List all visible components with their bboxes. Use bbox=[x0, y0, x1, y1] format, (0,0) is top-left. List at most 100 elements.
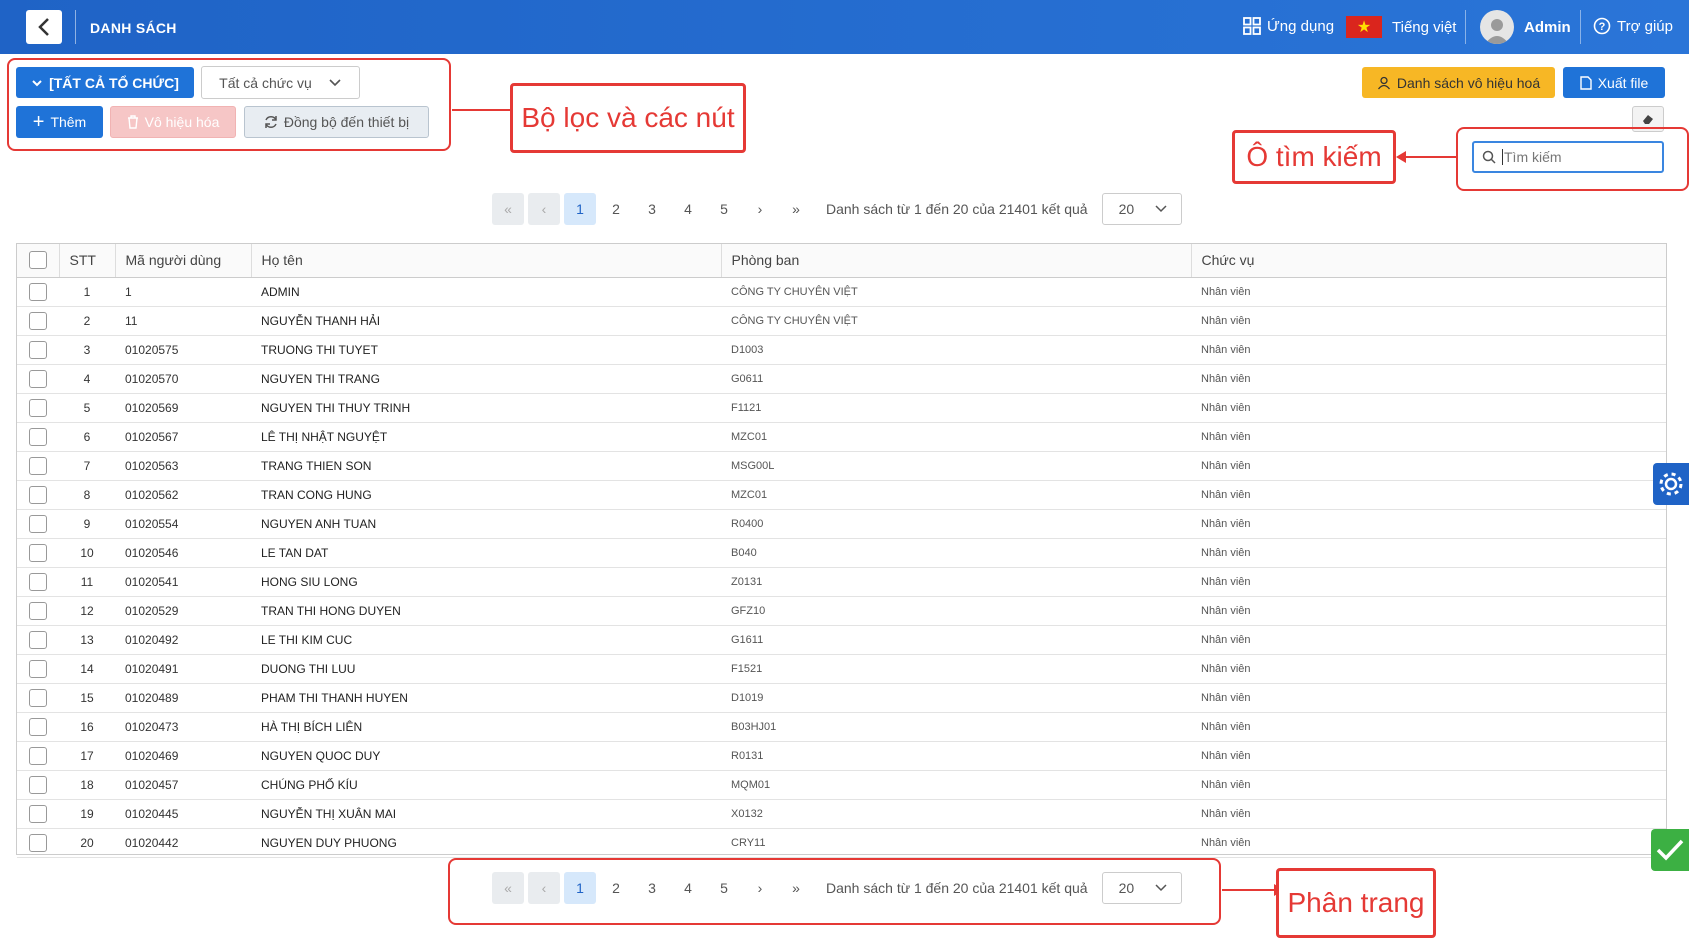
row-checkbox[interactable] bbox=[29, 804, 47, 823]
row-checkbox[interactable] bbox=[29, 572, 47, 591]
help-link[interactable]: ? Trợ giúp bbox=[1593, 17, 1673, 35]
settings-button[interactable] bbox=[1653, 463, 1689, 505]
table-row[interactable]: 1 1 ADMIN CÔNG TY CHUYÊN VIỆT Nhân viên bbox=[17, 277, 1666, 306]
cell-user-code: 01020567 bbox=[125, 429, 179, 444]
table-row[interactable]: 14 01020491 DUONG THI LUU F1521 Nhân viên bbox=[17, 654, 1666, 683]
annotation-frame-filters bbox=[7, 58, 451, 151]
annotation-frame-search bbox=[1456, 127, 1689, 191]
page-1-button[interactable]: 1 bbox=[564, 193, 596, 225]
table-row[interactable]: 11 01020541 HONG SIU LONG Z0131 Nhân viên bbox=[17, 567, 1666, 596]
annotation-filters-label: Bộ lọc và các nút bbox=[510, 83, 746, 153]
cell-stt: 14 bbox=[80, 661, 94, 676]
row-checkbox[interactable] bbox=[29, 485, 47, 504]
select-all-cell bbox=[17, 244, 60, 278]
table-row[interactable]: 10 01020546 LE TAN DAT B040 Nhân viên bbox=[17, 538, 1666, 567]
cell-stt: 3 bbox=[83, 342, 91, 357]
confirm-button[interactable] bbox=[1651, 829, 1689, 871]
back-button[interactable] bbox=[26, 10, 62, 44]
cell-stt: 11 bbox=[80, 574, 94, 589]
gear-icon bbox=[1659, 472, 1683, 496]
col-full-name[interactable]: Họ tên bbox=[251, 244, 722, 278]
table-row[interactable]: 8 01020562 TRAN CONG HUNG MZC01 Nhân viên bbox=[17, 480, 1666, 509]
annotation-pagination-label: Phân trang bbox=[1276, 868, 1436, 938]
table-row[interactable]: 3 01020575 TRUONG THI TUYET D1003 Nhân viên bbox=[17, 335, 1666, 364]
table-row[interactable]: 15 01020489 PHAM THI THANH HUYEN D1019 Nhân … bbox=[17, 683, 1666, 712]
top-bar: DANH SÁCH Ứng dụng ★ Tiếng việt Admin ? … bbox=[0, 0, 1689, 54]
language-menu[interactable]: ★ Tiếng việt bbox=[1346, 16, 1456, 38]
cell-full-name: CHÚNG PHỐ KÍU bbox=[261, 777, 358, 792]
svg-text:?: ? bbox=[1599, 21, 1606, 33]
cell-position: Nhân viên bbox=[1201, 836, 1251, 849]
export-button[interactable]: Xuất file bbox=[1563, 67, 1665, 98]
disabled-list-button[interactable]: Danh sách vô hiệu hoá bbox=[1362, 67, 1555, 98]
page-size-select[interactable]: 20 bbox=[1101, 193, 1182, 225]
table-row[interactable]: 7 01020563 TRANG THIEN SON MSG00L Nhân viên bbox=[17, 451, 1666, 480]
user-icon bbox=[1485, 19, 1509, 44]
language-label: Tiếng việt bbox=[1392, 18, 1457, 36]
row-select-cell bbox=[17, 741, 59, 770]
cell-full-name: TRAN CONG HUNG bbox=[261, 487, 372, 502]
row-checkbox[interactable] bbox=[29, 340, 47, 359]
cell-user-code: 11 bbox=[125, 313, 138, 328]
table-row[interactable]: 17 01020469 NGUYEN QUOC DUY R0131 Nhân viên bbox=[17, 741, 1666, 770]
row-checkbox[interactable] bbox=[29, 427, 47, 446]
row-checkbox[interactable] bbox=[29, 282, 47, 301]
cell-position: Nhân viên bbox=[1201, 778, 1251, 791]
row-select-cell bbox=[17, 683, 59, 712]
next-page-button[interactable]: › bbox=[744, 193, 776, 225]
table-row[interactable]: 12 01020529 TRAN THI HONG DUYEN GFZ10 Nhân v… bbox=[17, 596, 1666, 625]
prev-page-button[interactable]: ‹ bbox=[528, 193, 560, 225]
apps-menu[interactable]: Ứng dụng bbox=[1243, 17, 1334, 35]
cell-position: Nhân viên bbox=[1201, 662, 1251, 675]
col-department[interactable]: Phòng ban bbox=[721, 244, 1192, 278]
cell-user-code: 01020489 bbox=[125, 690, 179, 705]
row-checkbox[interactable] bbox=[29, 746, 47, 765]
row-checkbox[interactable] bbox=[29, 514, 47, 533]
row-checkbox[interactable] bbox=[29, 630, 47, 649]
table-row[interactable]: 19 01020445 NGUYỄN THỊ XUÂN MAI X0132 Nhân v… bbox=[17, 799, 1666, 828]
table-row[interactable]: 2 11 NGUYỄN THANH HẢI CÔNG TY CHUYÊN VIỆT Nh… bbox=[17, 306, 1666, 335]
page-4-button[interactable]: 4 bbox=[672, 193, 704, 225]
cell-stt: 6 bbox=[83, 429, 91, 444]
cell-position: Nhân viên bbox=[1201, 720, 1251, 733]
table-row[interactable]: 20 01020442 NGUYEN DUY PHUONG CRY11 Nhân viê… bbox=[17, 828, 1666, 857]
cell-stt: 8 bbox=[83, 487, 91, 502]
row-select-cell bbox=[17, 306, 59, 335]
cell-department: CÔNG TY CHUYÊN VIỆT bbox=[731, 285, 858, 298]
table-row[interactable]: 13 01020492 LE THI KIM CUC G1611 Nhân viên bbox=[17, 625, 1666, 654]
cell-position: Nhân viên bbox=[1201, 633, 1251, 646]
row-select-cell bbox=[17, 422, 59, 451]
row-checkbox[interactable] bbox=[29, 601, 47, 620]
col-stt[interactable]: STT bbox=[59, 244, 116, 278]
page-3-button[interactable]: 3 bbox=[636, 193, 668, 225]
row-checkbox[interactable] bbox=[29, 543, 47, 562]
col-user-code[interactable]: Mã người dùng bbox=[115, 244, 252, 278]
row-checkbox[interactable] bbox=[29, 833, 47, 852]
row-checkbox[interactable] bbox=[29, 456, 47, 475]
user-menu[interactable]: Admin bbox=[1480, 10, 1571, 44]
row-checkbox[interactable] bbox=[29, 717, 47, 736]
last-page-button[interactable]: » bbox=[780, 193, 812, 225]
row-checkbox[interactable] bbox=[29, 688, 47, 707]
table-row[interactable]: 6 01020567 LÊ THỊ NHẬT NGUYỆT MZC01 Nhân viê… bbox=[17, 422, 1666, 451]
row-checkbox[interactable] bbox=[29, 369, 47, 388]
cell-department: F1121 bbox=[731, 401, 762, 414]
table-row[interactable]: 4 01020570 NGUYEN THI TRANG G0611 Nhân viên bbox=[17, 364, 1666, 393]
table-row[interactable]: 18 01020457 CHÚNG PHỐ KÍU MQM01 Nhân viên bbox=[17, 770, 1666, 799]
table-row[interactable]: 16 01020473 HÀ THỊ BÍCH LIÊN B03HJ01 Nhân vi… bbox=[17, 712, 1666, 741]
page-2-button[interactable]: 2 bbox=[600, 193, 632, 225]
first-page-button[interactable]: « bbox=[492, 193, 524, 225]
table-row[interactable]: 9 01020554 NGUYEN ANH TUAN R0400 Nhân viên bbox=[17, 509, 1666, 538]
select-all-checkbox[interactable] bbox=[28, 251, 47, 270]
row-checkbox[interactable] bbox=[29, 398, 47, 417]
page-5-button[interactable]: 5 bbox=[708, 193, 740, 225]
row-select-cell bbox=[17, 596, 59, 625]
row-checkbox[interactable] bbox=[29, 311, 47, 330]
cell-stt: 15 bbox=[80, 690, 94, 705]
row-checkbox[interactable] bbox=[29, 775, 47, 794]
row-checkbox[interactable] bbox=[29, 659, 47, 678]
table-row[interactable]: 5 01020569 NGUYEN THI THUY TRINH F1121 Nhân … bbox=[17, 393, 1666, 422]
cell-stt: 9 bbox=[83, 516, 91, 531]
col-position[interactable]: Chức vụ bbox=[1191, 244, 1666, 278]
cell-department: B03HJ01 bbox=[731, 720, 777, 733]
